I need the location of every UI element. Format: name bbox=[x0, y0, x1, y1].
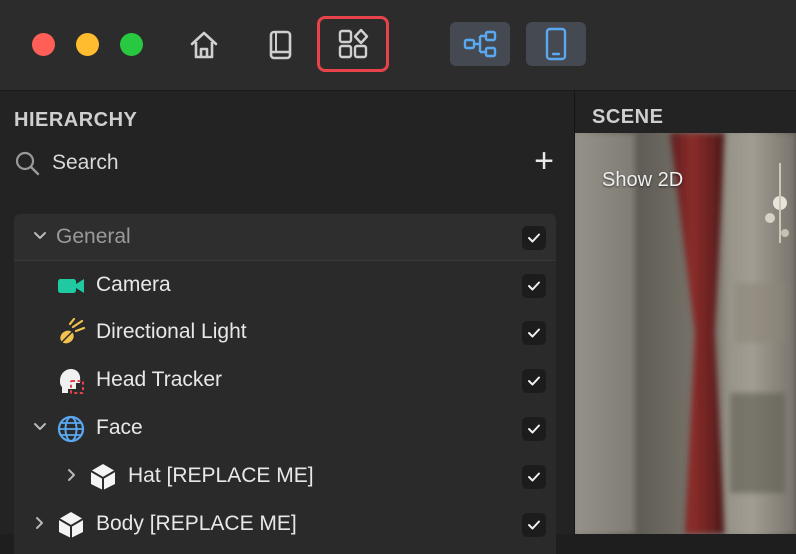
search-icon bbox=[15, 151, 40, 176]
checkmark-icon bbox=[528, 376, 540, 386]
search-field[interactable]: Search + bbox=[14, 144, 559, 179]
checkmark-icon bbox=[528, 472, 540, 482]
hierarchy-tree: General Camera Directional Light Head Tr… bbox=[14, 214, 556, 554]
zoom-window-button[interactable] bbox=[120, 33, 143, 56]
visibility-checkbox[interactable] bbox=[522, 417, 546, 441]
scene-graph-toggle[interactable] bbox=[450, 22, 510, 66]
tree-row-body[interactable]: Body [REPLACE ME] bbox=[14, 501, 556, 547]
head-tracker-icon bbox=[60, 369, 84, 394]
face-globe-icon bbox=[57, 415, 85, 443]
cube-icon bbox=[58, 512, 84, 538]
visibility-checkbox[interactable] bbox=[522, 513, 546, 537]
graph-icon bbox=[463, 30, 497, 58]
checkmark-icon bbox=[528, 328, 540, 338]
tree-row-label: General bbox=[56, 225, 131, 248]
widgets-grid-icon bbox=[338, 28, 369, 59]
chevron-down-icon[interactable] bbox=[32, 228, 48, 244]
visibility-checkbox[interactable] bbox=[522, 226, 546, 250]
tree-row-label: Directional Light bbox=[96, 320, 247, 343]
preview-toggle[interactable] bbox=[526, 22, 586, 66]
tree-row-head-tracker[interactable]: Head Tracker bbox=[14, 357, 556, 403]
visibility-checkbox[interactable] bbox=[522, 321, 546, 345]
book-icon bbox=[269, 30, 292, 60]
library-button[interactable] bbox=[259, 24, 301, 66]
chevron-right-icon[interactable] bbox=[32, 515, 48, 531]
add-object-button[interactable]: + bbox=[529, 144, 559, 178]
scene-panel-header: SCENE bbox=[575, 91, 796, 133]
home-icon bbox=[190, 31, 218, 59]
visibility-checkbox[interactable] bbox=[522, 274, 546, 298]
tree-row-label: Face bbox=[96, 416, 143, 439]
show-2d-toggle[interactable]: Show 2D bbox=[602, 169, 683, 192]
asset-library-button[interactable] bbox=[317, 16, 389, 72]
hierarchy-title: HIERARCHY bbox=[14, 109, 138, 131]
camera-icon bbox=[58, 279, 84, 293]
tree-row-hat[interactable]: Hat [REPLACE ME] bbox=[14, 453, 556, 499]
home-button[interactable] bbox=[183, 24, 225, 66]
cube-icon bbox=[90, 464, 116, 490]
tree-row-directional-light[interactable]: Directional Light bbox=[14, 309, 556, 355]
checkmark-icon bbox=[528, 520, 540, 530]
tree-row-label: Head Tracker bbox=[96, 368, 223, 391]
checkmark-icon bbox=[528, 281, 540, 291]
hierarchy-panel: HIERARCHY Search + General Camera Direct… bbox=[0, 91, 574, 554]
minimize-window-button[interactable] bbox=[76, 33, 99, 56]
tree-row-label: Camera bbox=[96, 273, 171, 296]
checkmark-icon bbox=[528, 233, 540, 243]
scene-title: SCENE bbox=[592, 106, 664, 128]
tree-row-label: Hat [REPLACE ME] bbox=[128, 464, 314, 487]
chevron-right-icon[interactable] bbox=[64, 467, 80, 483]
phone-preview-icon bbox=[545, 27, 567, 61]
visibility-checkbox[interactable] bbox=[522, 369, 546, 393]
tree-row-label: Body [REPLACE ME] bbox=[96, 512, 297, 535]
chevron-down-icon[interactable] bbox=[32, 419, 48, 435]
tree-row-camera[interactable]: Camera bbox=[14, 262, 556, 308]
toolbar bbox=[0, 0, 796, 91]
tree-row-general[interactable]: General bbox=[14, 214, 556, 261]
close-window-button[interactable] bbox=[32, 33, 55, 56]
scene-viewport[interactable]: Show 2D bbox=[575, 133, 796, 534]
checkmark-icon bbox=[528, 424, 540, 434]
visibility-checkbox[interactable] bbox=[522, 465, 546, 489]
scene-background-image bbox=[575, 133, 796, 534]
search-placeholder: Search bbox=[52, 151, 119, 174]
tree-row-face[interactable]: Face bbox=[14, 405, 556, 451]
directional-light-icon bbox=[60, 318, 86, 344]
